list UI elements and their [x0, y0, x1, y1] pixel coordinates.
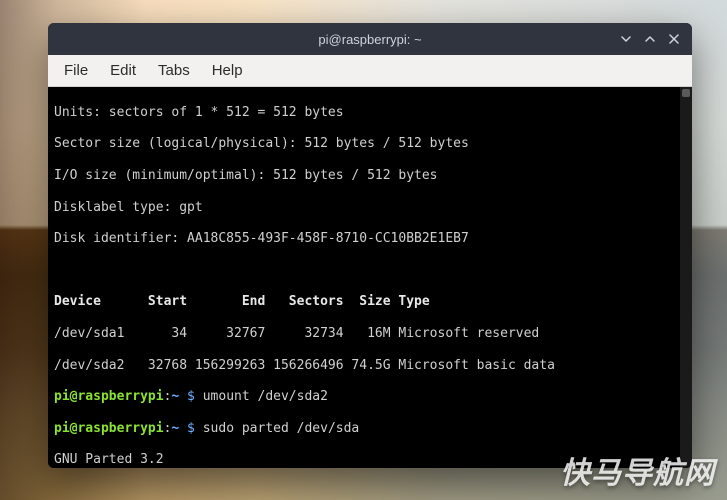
term-prompt-line: pi@raspberrypi:~ $ umount /dev/sda2 [54, 389, 678, 405]
command-text: umount /dev/sda2 [203, 389, 328, 404]
menu-tabs[interactable]: Tabs [148, 58, 200, 83]
term-prompt-line: pi@raspberrypi:~ $ sudo parted /dev/sda [54, 421, 678, 437]
term-line [54, 263, 678, 279]
prompt-user: pi [54, 389, 70, 404]
window-titlebar[interactable]: pi@raspberrypi: ~ [48, 23, 692, 55]
window-controls [614, 23, 686, 55]
window-title: pi@raspberrypi: ~ [318, 32, 421, 47]
term-line: Units: sectors of 1 * 512 = 512 bytes [54, 105, 678, 121]
terminal-window: pi@raspberrypi: ~ File Edit Tabs Help [48, 23, 692, 468]
prompt-host: raspberrypi [77, 389, 163, 404]
minimize-button[interactable] [614, 27, 638, 51]
terminal-area[interactable]: Units: sectors of 1 * 512 = 512 bytes Se… [48, 87, 692, 468]
chevron-down-icon [620, 33, 632, 45]
menu-edit[interactable]: Edit [100, 58, 146, 83]
terminal-output: Units: sectors of 1 * 512 = 512 bytes Se… [54, 89, 678, 466]
prompt-host: raspberrypi [77, 421, 163, 436]
scrollbar-track[interactable] [680, 87, 692, 468]
maximize-button[interactable] [638, 27, 662, 51]
prompt-user: pi [54, 421, 70, 436]
menu-help[interactable]: Help [202, 58, 253, 83]
chevron-up-icon [644, 33, 656, 45]
scrollbar-thumb[interactable] [682, 89, 690, 97]
term-line: GNU Parted 3.2 [54, 452, 678, 466]
prompt-dollar: $ [179, 389, 202, 404]
term-header-line: Device Start End Sectors Size Type [54, 294, 678, 310]
term-line: /dev/sda1 34 32767 32734 16M Microsoft r… [54, 326, 678, 342]
command-text: sudo parted /dev/sda [203, 421, 360, 436]
prompt-dollar: $ [179, 421, 202, 436]
close-button[interactable] [662, 27, 686, 51]
term-line: Sector size (logical/physical): 512 byte… [54, 136, 678, 152]
term-line: I/O size (minimum/optimal): 512 bytes / … [54, 168, 678, 184]
menu-file[interactable]: File [54, 58, 98, 83]
term-line: Disklabel type: gpt [54, 200, 678, 216]
menubar: File Edit Tabs Help [48, 55, 692, 87]
term-line: /dev/sda2 32768 156299263 156266496 74.5… [54, 358, 678, 374]
term-line: Disk identifier: AA18C855-493F-458F-8710… [54, 231, 678, 247]
close-icon [668, 33, 680, 45]
